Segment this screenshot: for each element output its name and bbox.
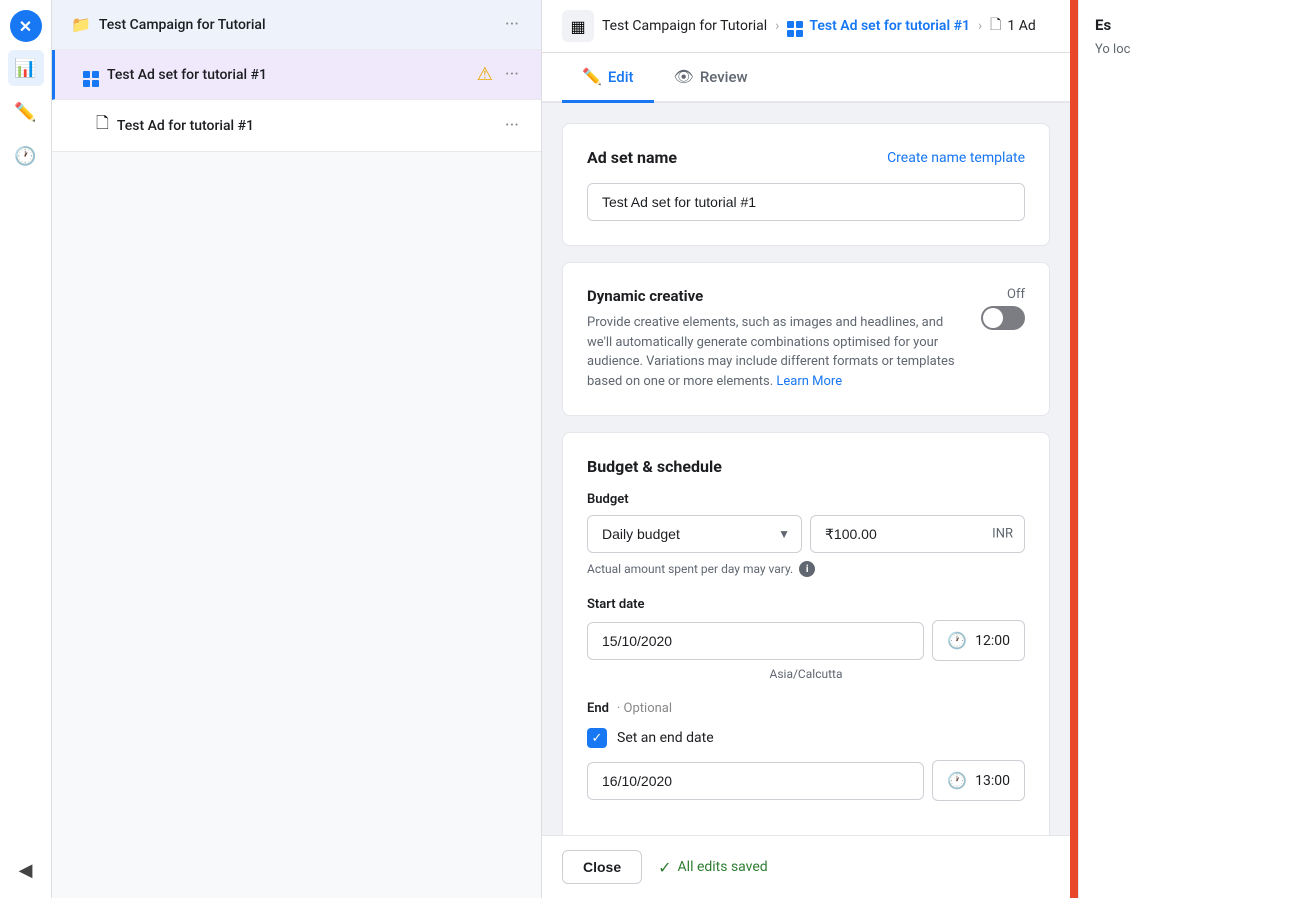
end-title: End <box>587 701 609 716</box>
ad-more-button[interactable]: ··· <box>499 113 525 138</box>
campaign-label: Test Campaign for Tutorial <box>99 17 499 33</box>
set-end-date-checkbox-row[interactable]: ✓ Set an end date <box>587 728 1025 748</box>
end-date-input[interactable] <box>587 762 924 800</box>
budget-amount-wrapper: INR <box>810 515 1025 553</box>
set-end-date-label: Set an end date <box>617 730 714 746</box>
budget-type-select[interactable]: Daily budget Lifetime budget <box>587 515 802 553</box>
budget-schedule-title: Budget & schedule <box>587 457 1025 476</box>
end-label-row: End · Optional <box>587 701 1025 716</box>
sidebar-icon-chart[interactable]: 📊 <box>8 50 44 86</box>
end-time-input[interactable]: 🕐 13:00 <box>932 760 1025 801</box>
edit-tab-icon: ✏️ <box>582 67 602 86</box>
tab-review[interactable]: 👁 Review <box>654 53 768 103</box>
adset-name-card-header: Ad set name Create name template <box>587 148 1025 167</box>
dynamic-creative-text: Dynamic creative Provide creative elemen… <box>587 287 965 391</box>
budget-field-section: Budget Daily budget Lifetime budget ▼ IN… <box>587 492 1025 577</box>
budget-schedule-card: Budget & schedule Budget Daily budget Li… <box>562 432 1050 835</box>
learn-more-link[interactable]: Learn More <box>776 374 842 389</box>
tabs-bar: ✏️ Edit 👁 Review <box>542 53 1070 103</box>
campaign-folder-icon: 📁 <box>71 15 91 34</box>
sidebar-icon-edit[interactable]: ✏️ <box>8 94 44 130</box>
campaign-tree-panel: 📁 Test Campaign for Tutorial ··· Test Ad… <box>52 0 542 898</box>
main-area: ▦ Test Campaign for Tutorial › Test Ad s… <box>542 0 1070 898</box>
app-icon: ▦ <box>562 10 594 42</box>
right-panel-body: Yo loc <box>1095 42 1282 57</box>
end-clock-icon: 🕐 <box>947 771 967 790</box>
campaign-tree-item[interactable]: 📁 Test Campaign for Tutorial ··· <box>52 0 541 50</box>
tab-edit[interactable]: ✏️ Edit <box>562 53 654 103</box>
end-time-value: 13:00 <box>975 773 1010 789</box>
adset-name-input[interactable] <box>587 183 1025 221</box>
toggle-label: Off <box>1007 287 1025 302</box>
toggle-group: Off <box>981 287 1025 330</box>
saved-check-icon: ✓ <box>658 858 671 877</box>
breadcrumb-adset[interactable]: Test Ad set for tutorial #1 <box>787 16 970 37</box>
dynamic-creative-row: Dynamic creative Provide creative elemen… <box>587 287 1025 391</box>
start-date-label: Start date <box>587 597 1025 612</box>
start-date-input[interactable] <box>587 622 924 660</box>
left-sidebar: ✕ 📊 ✏️ 🕐 ◀ <box>0 0 52 898</box>
create-template-link[interactable]: Create name template <box>887 150 1025 166</box>
right-panel-title: Es <box>1095 16 1282 34</box>
end-optional: · Optional <box>617 701 672 716</box>
saved-status: ✓ All edits saved <box>658 858 768 877</box>
breadcrumb-sep-2: › <box>978 18 982 34</box>
dynamic-creative-card: Dynamic creative Provide creative elemen… <box>562 262 1050 416</box>
bottom-bar: Close ✓ All edits saved <box>542 835 1070 898</box>
breadcrumb-campaign[interactable]: Test Campaign for Tutorial <box>602 18 767 34</box>
review-tab-icon: 👁 <box>674 67 694 86</box>
warning-icon: ⚠ <box>477 64 493 85</box>
breadcrumb-sep-1: › <box>775 18 779 34</box>
end-date-section: End · Optional ✓ Set an end date 🕐 13:00 <box>587 701 1025 801</box>
breadcrumb-ad[interactable]: 🗋 1 Ad <box>990 14 1036 38</box>
ad-doc-icon: 🗋 <box>96 112 109 139</box>
timezone-label: Asia/Calcutta <box>587 667 1025 681</box>
checkbox-checked-icon: ✓ <box>587 728 607 748</box>
right-panel-accent <box>1070 0 1078 898</box>
budget-amount-input[interactable] <box>810 515 1025 553</box>
dynamic-creative-toggle[interactable] <box>981 306 1025 330</box>
budget-select-wrapper: Daily budget Lifetime budget ▼ <box>587 515 802 553</box>
clock-icon: 🕐 <box>947 631 967 650</box>
right-panel: Es Yo loc <box>1078 0 1298 898</box>
end-date-time-row: 🕐 13:00 <box>587 760 1025 801</box>
adset-icon <box>83 63 99 87</box>
dynamic-creative-desc: Provide creative elements, such as image… <box>587 313 965 391</box>
adset-more-button[interactable]: ··· <box>499 62 525 87</box>
start-date-section: Start date 🕐 12:00 Asia/Calcutta <box>587 597 1025 681</box>
content-scroll: Ad set name Create name template Dynamic… <box>542 103 1070 835</box>
dynamic-creative-title: Dynamic creative <box>587 287 965 305</box>
topbar: ▦ Test Campaign for Tutorial › Test Ad s… <box>542 0 1070 53</box>
start-date-time-row: 🕐 12:00 <box>587 620 1025 661</box>
ad-tree-item[interactable]: 🗋 Test Ad for tutorial #1 ··· <box>52 100 541 152</box>
close-button[interactable]: Close <box>562 850 642 884</box>
adset-tree-item[interactable]: Test Ad set for tutorial #1 ⚠ ··· <box>52 50 541 100</box>
close-sidebar-button[interactable]: ✕ <box>10 10 42 42</box>
ad-label: Test Ad for tutorial #1 <box>117 118 499 134</box>
info-icon: i <box>799 561 815 577</box>
adset-name-card: Ad set name Create name template <box>562 123 1050 246</box>
budget-hint: Actual amount spent per day may vary. i <box>587 561 1025 577</box>
sidebar-icon-clock[interactable]: 🕐 <box>8 138 44 174</box>
breadcrumb-adset-icon <box>787 16 803 37</box>
toggle-knob <box>983 308 1003 328</box>
budget-row: Daily budget Lifetime budget ▼ INR <box>587 515 1025 553</box>
adset-name-title: Ad set name <box>587 148 677 167</box>
saved-label: All edits saved <box>678 859 768 875</box>
start-time-input[interactable]: 🕐 12:00 <box>932 620 1025 661</box>
sidebar-icon-collapse[interactable]: ◀ <box>8 852 44 888</box>
start-time-value: 12:00 <box>975 633 1010 649</box>
adset-label: Test Ad set for tutorial #1 <box>107 67 477 83</box>
budget-label: Budget <box>587 492 1025 507</box>
campaign-more-button[interactable]: ··· <box>499 12 525 37</box>
breadcrumb-ad-icon: 🗋 <box>990 14 1001 38</box>
